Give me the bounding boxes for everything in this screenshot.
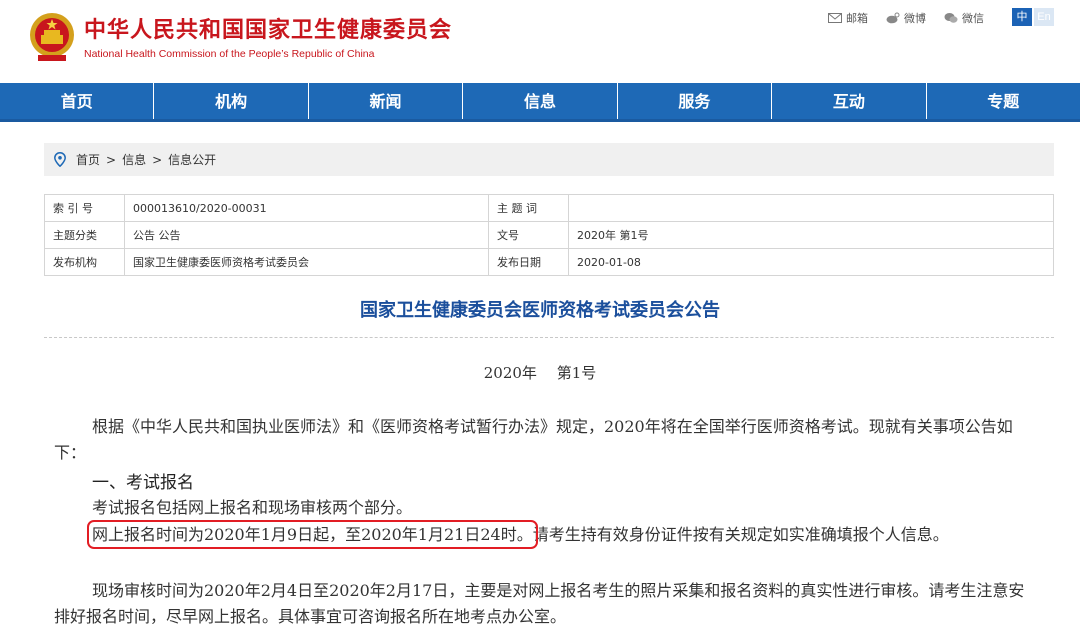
document-number: 2020年 第1号: [483, 364, 597, 382]
main-nav: 首页 机构 新闻 信息 服务 互动 专题: [0, 83, 1080, 122]
site-title-cn[interactable]: 中华人民共和国国家卫生健康委员会: [84, 12, 452, 44]
paragraph-registration-parts: 考试报名包括网上报名和现场审核两个部分。: [92, 498, 413, 517]
breadcrumb-separator: >: [152, 152, 163, 167]
language-switch: 中 En: [1012, 8, 1054, 26]
wechat-label: 微信: [962, 12, 984, 25]
section-heading-registration: 一、考试报名: [92, 473, 194, 493]
nav-institutions[interactable]: 机构: [154, 83, 309, 119]
index-number-label: 索 引 号: [44, 194, 125, 222]
location-pin-icon: [54, 152, 66, 167]
category-value: 公告 公告: [124, 221, 489, 249]
table-row: 发布机构 国家卫生健康委医师资格考试委员会 发布日期 2020-01-08: [44, 248, 1054, 276]
table-row: 索 引 号 000013610/2020-00031 主 题 词: [44, 194, 1054, 222]
document-title: 国家卫生健康委员会医师资格考试委员会公告: [360, 300, 720, 321]
highlighted-registration-period: 网上报名时间为2020年1月9日起，至2020年1月21日24时。: [87, 520, 538, 549]
document-info-table: 索 引 号 000013610/2020-00031 主 题 词 主题分类 公告…: [44, 194, 1054, 276]
nav-news[interactable]: 新闻: [309, 83, 464, 119]
doc-number-label: 文号: [488, 221, 569, 249]
breadcrumb: 首页 > 信息 > 信息公开: [44, 143, 1054, 176]
publisher-value: 国家卫生健康委医师资格考试委员会: [124, 248, 489, 276]
weibo-link[interactable]: 微博: [886, 10, 926, 26]
publish-date-value: 2020-01-08: [568, 248, 1054, 276]
site-title-en: National Health Commission of the People…: [84, 48, 375, 60]
keywords-value: [568, 194, 1054, 222]
weibo-icon: [886, 12, 900, 24]
keywords-label: 主 题 词: [488, 194, 569, 222]
mail-label: 邮箱: [846, 12, 868, 25]
paragraph-onsite-review: 现场审核时间为2020年2月4日至2020年2月17日，主要是对网上报名考生的照…: [54, 581, 1025, 626]
index-number-value: 000013610/2020-00031: [124, 194, 489, 222]
publisher-label: 发布机构: [44, 248, 125, 276]
site-header: 中华人民共和国国家卫生健康委员会 National Health Commiss…: [0, 0, 1080, 82]
nav-information[interactable]: 信息: [463, 83, 618, 119]
mail-link[interactable]: 邮箱: [828, 10, 868, 26]
weibo-label: 微博: [904, 12, 926, 25]
publish-date-label: 发布日期: [488, 248, 569, 276]
nav-topics[interactable]: 专题: [927, 83, 1080, 119]
paragraph-intro: 根据《中华人民共和国执业医师法》和《医师资格考试暂行办法》规定，2020年将在全…: [54, 417, 1013, 462]
lang-zh-button[interactable]: 中: [1012, 8, 1032, 26]
registration-instruction: 请考生持有效身份证件按有关规定如实准确填报个人信息。: [532, 525, 949, 544]
national-emblem-icon[interactable]: [28, 11, 76, 63]
paragraph-online-registration: 网上报名时间为2020年1月9日起，至2020年1月21日24时。请考生持有效身…: [54, 520, 1040, 549]
mail-icon: [828, 13, 842, 23]
nav-services[interactable]: 服务: [618, 83, 773, 119]
breadcrumb-home[interactable]: 首页: [76, 151, 100, 168]
nav-home[interactable]: 首页: [0, 83, 155, 119]
table-row: 主题分类 公告 公告 文号 2020年 第1号: [44, 221, 1054, 249]
top-links: 邮箱 微博 微信: [828, 10, 984, 26]
lang-en-button[interactable]: En: [1034, 8, 1054, 26]
doc-number-value: 2020年 第1号: [568, 221, 1054, 249]
category-label: 主题分类: [44, 221, 125, 249]
breadcrumb-disclosure[interactable]: 信息公开: [168, 151, 216, 168]
breadcrumb-information[interactable]: 信息: [122, 151, 146, 168]
divider: [44, 337, 1054, 338]
breadcrumb-separator: >: [106, 152, 117, 167]
wechat-link[interactable]: 微信: [944, 10, 984, 26]
nav-interaction[interactable]: 互动: [772, 83, 927, 119]
wechat-icon: [944, 13, 958, 23]
